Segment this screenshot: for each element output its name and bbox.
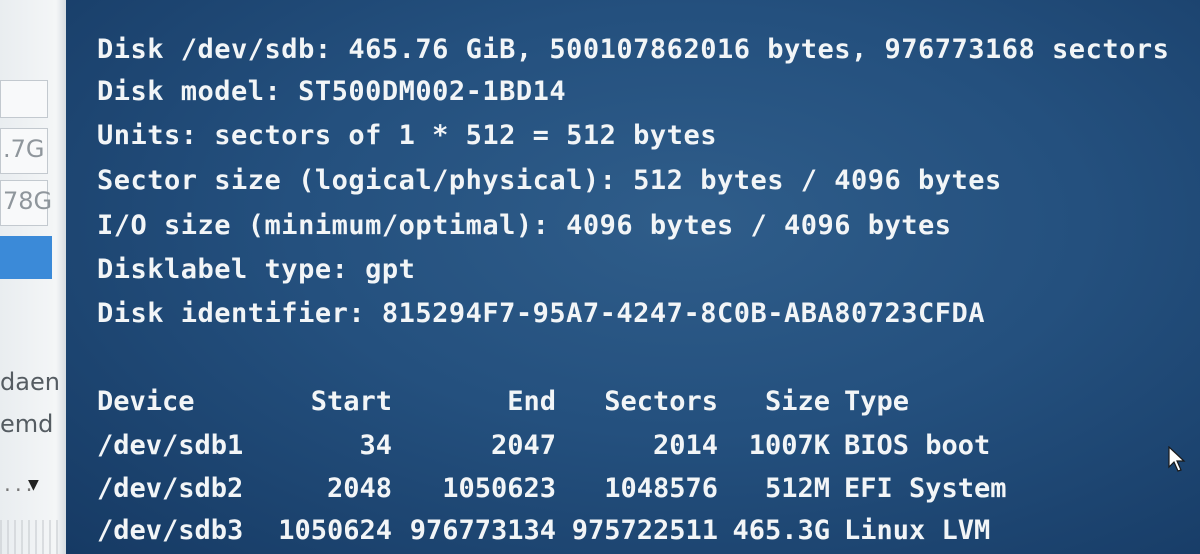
disk-summary-line: Disk /dev/sdb: 465.76 GiB, 500107862016 … (97, 34, 1170, 65)
row-type: EFI System (844, 473, 1007, 504)
panel-divider (0, 520, 58, 554)
header-size: Size (764, 386, 830, 417)
row-device: /dev/sdb1 (97, 430, 244, 461)
selected-row[interactable] (0, 236, 52, 279)
header-sectors: Sectors (604, 386, 718, 417)
header-device: Device (97, 386, 195, 417)
header-type: Type (844, 386, 910, 417)
terminal-window[interactable]: Disk /dev/sdb: 465.76 GiB, 500107862016 … (66, 0, 1200, 554)
disklabel-line: Disklabel type: gpt (97, 254, 416, 285)
header-end: End (507, 386, 556, 417)
sector-size-line: Sector size (logical/physical): 512 byte… (97, 165, 1002, 196)
row-size: 512M (764, 473, 830, 504)
size-label-1: .7G (3, 135, 45, 163)
row-sectors: 975722511 (571, 515, 718, 546)
row-start: 34 (359, 430, 392, 461)
panel-field-2[interactable]: 78G (0, 180, 52, 226)
row-start: 1050624 (278, 515, 392, 546)
row-type: BIOS boot (844, 430, 991, 461)
row-device: /dev/sdb2 (97, 473, 244, 504)
size-label-2: 78G (3, 187, 53, 215)
panel-text-2: emd (0, 410, 54, 438)
row-start: 2048 (326, 473, 392, 504)
row-sectors: 1048576 (604, 473, 718, 504)
left-app-panel: .7G 78G daen emd ... ▼ (0, 0, 66, 554)
io-size-line: I/O size (minimum/optimal): 4096 bytes /… (97, 210, 952, 241)
chevron-down-icon[interactable]: ▼ (28, 474, 39, 495)
row-size: 1007K (748, 430, 830, 461)
row-sectors: 2014 (652, 430, 718, 461)
mouse-pointer-icon (1168, 446, 1186, 472)
units-line: Units: sectors of 1 * 512 = 512 bytes (97, 120, 717, 151)
row-end: 1050623 (442, 473, 556, 504)
panel-text-1: daen (0, 368, 60, 396)
row-end: 2047 (490, 430, 556, 461)
row-device: /dev/sdb3 (97, 515, 244, 546)
row-size: 465.3G (732, 515, 830, 546)
row-end: 976773134 (409, 515, 556, 546)
disk-model-line: Disk model: ST500DM002-1BD14 (97, 76, 567, 107)
row-type: Linux LVM (844, 515, 991, 546)
panel-field-1[interactable]: .7G (0, 128, 48, 174)
header-start: Start (310, 386, 392, 417)
panel-field-top[interactable] (0, 80, 48, 118)
disk-identifier-line: Disk identifier: 815294F7-95A7-4247-8C0B… (97, 298, 986, 329)
